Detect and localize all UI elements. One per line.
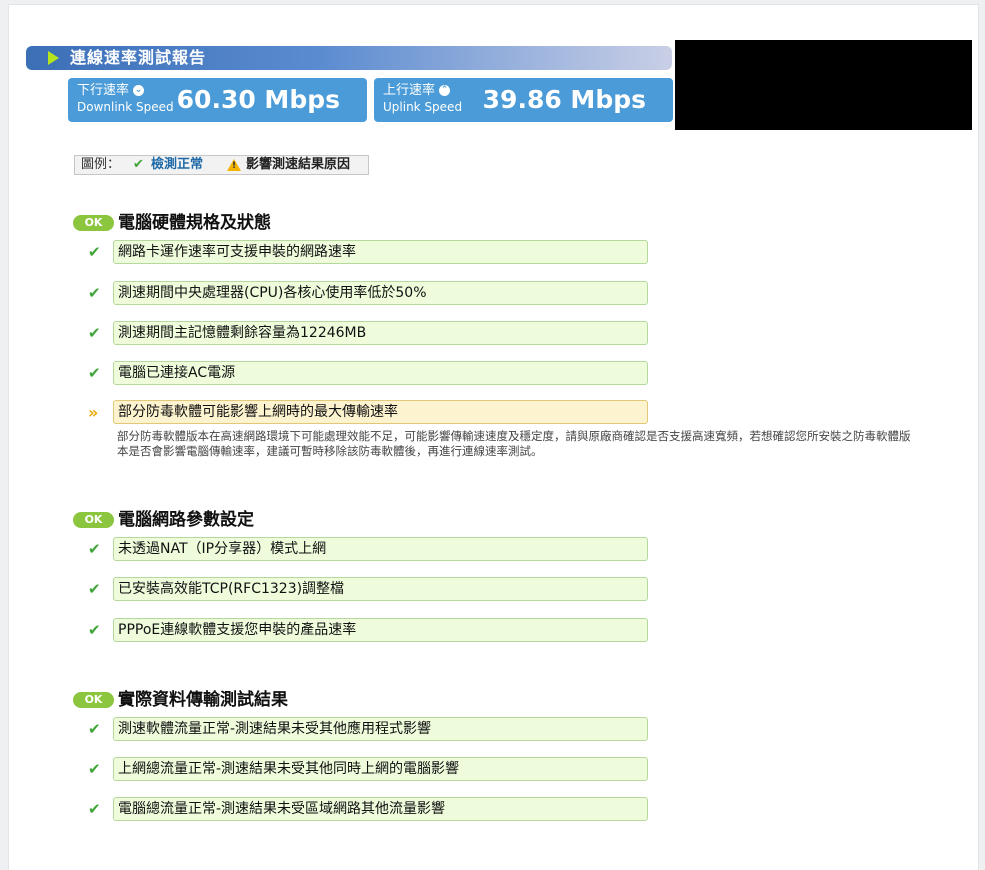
check-icon: ✔ xyxy=(88,243,101,261)
down-arrow-circle-icon: ⌄ xyxy=(133,85,145,96)
check-icon: ✔ xyxy=(133,157,144,172)
check-item: 上網總流量正常-測速結果未受其他同時上網的電腦影響 xyxy=(113,757,648,781)
report-title-bar: 連線速率測試報告 xyxy=(26,46,672,70)
warning-description: 部分防毒軟體版本在高速網路環境下可能處理效能不足，可能影響傳輸速速度及穩定度，請… xyxy=(117,429,911,458)
check-item: 網路卡運作速率可支援申裝的網路速率 xyxy=(113,240,648,264)
legend-warning: 影響測速結果原因 xyxy=(246,157,351,172)
up-arrow-circle-icon: ⌃ xyxy=(439,85,451,96)
ok-badge: OK xyxy=(73,512,114,528)
check-item: 測速期間主記憶體剩餘容量為12246MB xyxy=(113,321,648,345)
double-chevron-icon: » xyxy=(88,403,98,422)
check-item: 電腦已連接AC電源 xyxy=(113,361,648,385)
legend-normal: 檢測正常 xyxy=(151,157,204,172)
uplink-value: 39.86 Mbps xyxy=(482,85,646,114)
legend: 圖例： ✔ 檢測正常 ! 影響測速結果原因 xyxy=(74,155,369,175)
check-icon: ✔ xyxy=(88,720,101,738)
downlink-value: 60.30 Mbps xyxy=(176,85,340,114)
ok-badge: OK xyxy=(73,215,114,231)
check-icon: ✔ xyxy=(88,284,101,302)
warning-exclamation: ! xyxy=(232,161,237,171)
check-item: 測速軟體流量正常-測速結果未受其他應用程式影響 xyxy=(113,717,648,741)
section-title: 電腦硬體規格及狀態 xyxy=(118,213,271,233)
check-icon: ✔ xyxy=(88,621,101,639)
downlink-label-en: Downlink Speed xyxy=(77,100,174,114)
check-item: 測速期間中央處理器(CPU)各核心使用率低於50% xyxy=(113,281,648,305)
uplink-label-zh: 上行速率 xyxy=(383,83,436,98)
check-icon: ✔ xyxy=(88,760,101,778)
check-icon: ✔ xyxy=(88,364,101,382)
check-icon: ✔ xyxy=(88,540,101,558)
uplink-label-en: Uplink Speed xyxy=(383,100,463,114)
play-arrow-icon xyxy=(48,51,59,65)
check-item: 電腦總流量正常-測速結果未受區域網路其他流量影響 xyxy=(113,797,648,821)
check-icon: ✔ xyxy=(88,580,101,598)
downlink-label: 下行速率 ⌄ xyxy=(77,83,145,98)
check-item: PPPoE連線軟體支援您申裝的產品速率 xyxy=(113,618,648,642)
report-title: 連線速率測試報告 xyxy=(70,48,207,67)
warning-item: 部分防毒軟體可能影響上網時的最大傳輸速率 xyxy=(113,400,648,424)
ok-badge: OK xyxy=(73,692,114,708)
downlink-speed-box: 下行速率 ⌄ Downlink Speed 60.30 Mbps xyxy=(68,78,367,122)
uplink-label: 上行速率 ⌃ xyxy=(383,83,451,98)
check-item: 未透過NAT（IP分享器）模式上網 xyxy=(113,537,648,561)
downlink-label-zh: 下行速率 xyxy=(77,83,130,98)
section-title: 電腦網路參數設定 xyxy=(118,510,254,530)
section-title: 實際資料傳輸測試結果 xyxy=(118,690,288,710)
check-icon: ✔ xyxy=(88,324,101,342)
check-icon: ✔ xyxy=(88,800,101,818)
uplink-speed-box: 上行速率 ⌃ Uplink Speed 39.86 Mbps xyxy=(374,78,673,122)
check-item: 已安裝高效能TCP(RFC1323)調整檔 xyxy=(113,577,648,601)
redacted-area xyxy=(675,40,972,130)
legend-label: 圖例： xyxy=(81,157,121,172)
